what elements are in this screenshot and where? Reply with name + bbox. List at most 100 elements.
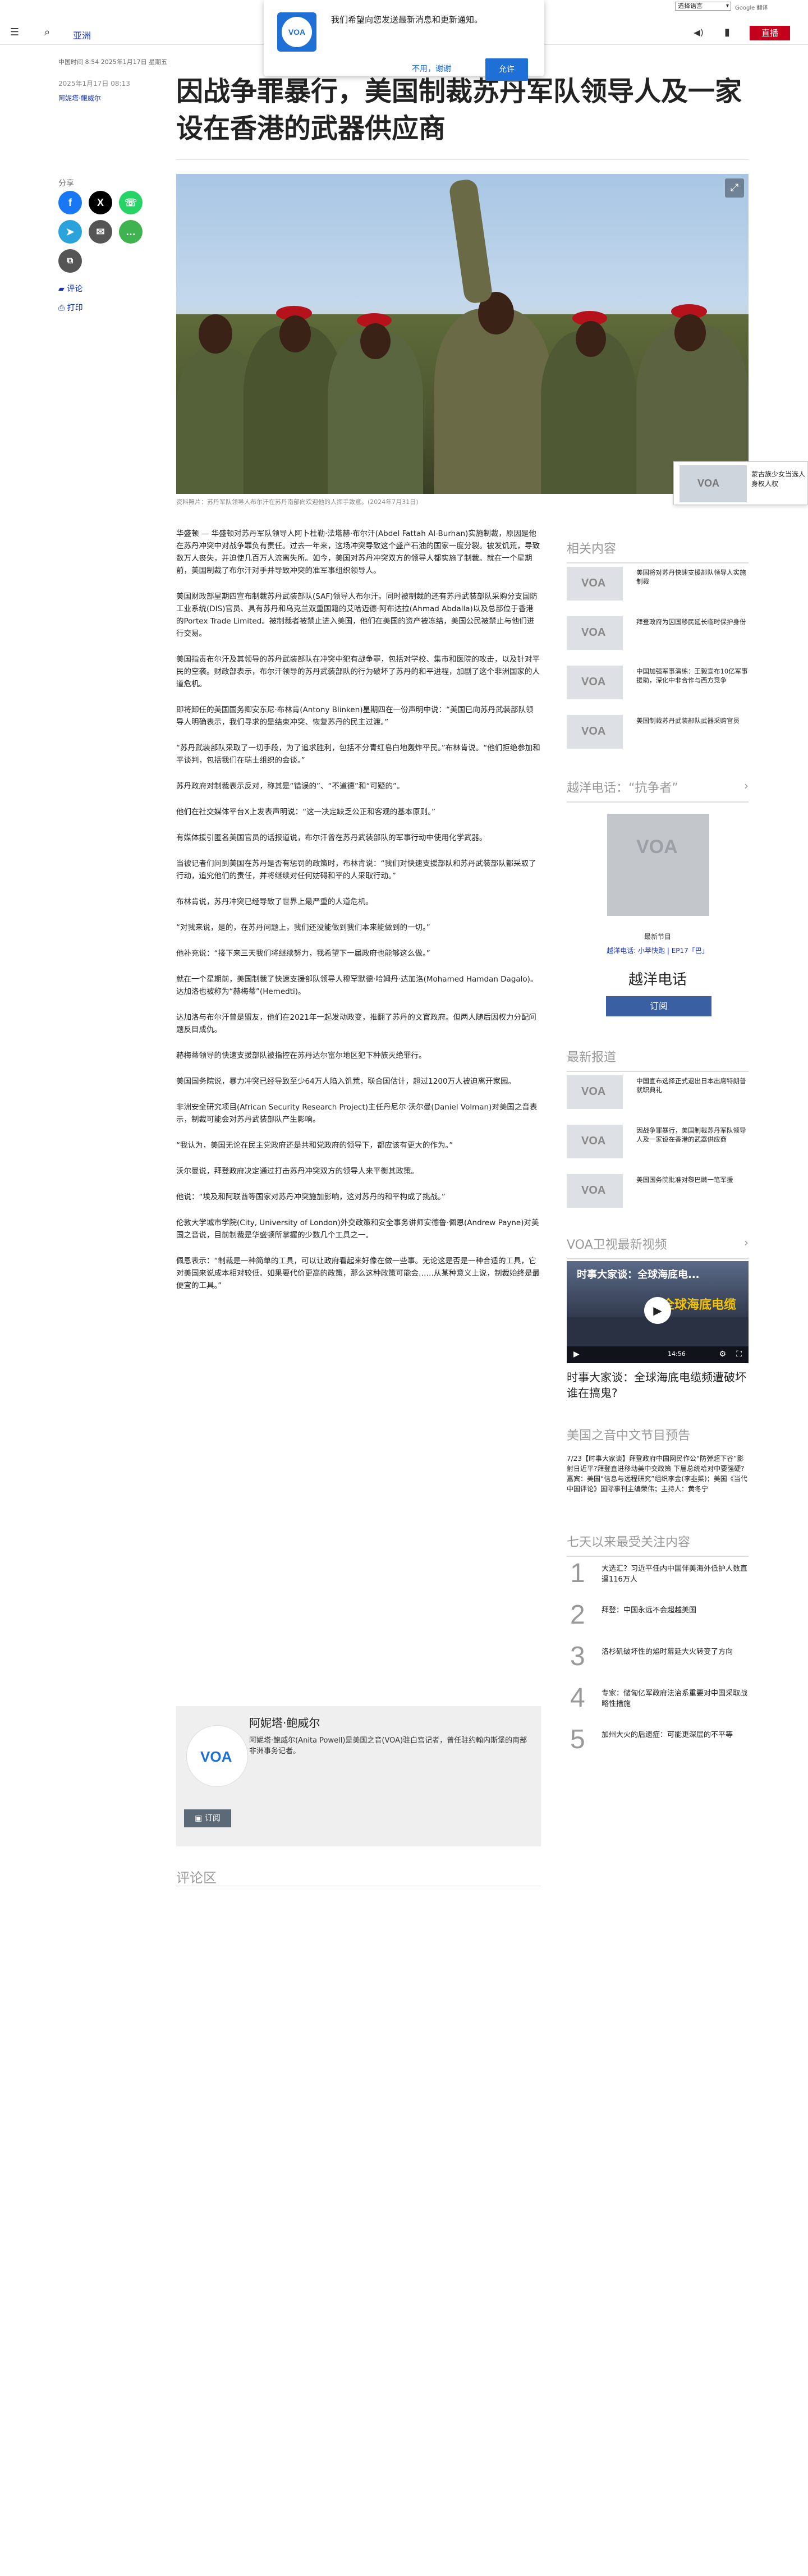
chevron-right-icon: › [744, 779, 749, 792]
latest-thumbnail: VOA [567, 1174, 623, 1208]
paragraph: 布林肯说，苏丹冲突已经导致了世界上最严重的人道危机。 [176, 897, 373, 906]
paragraph: 即将卸任的美国国务卿安东尼·布林肯(Antony Blinken)星期四在一份声… [176, 705, 534, 727]
hero-face [360, 323, 391, 359]
popular-item-title: 专家：储匈亿军政府法治系重要对中国采取战略性措施 [602, 1689, 748, 1708]
hero-face [576, 321, 606, 357]
paragraph: 伦敦大学城市学院(City, University of London)外交政策… [176, 1218, 539, 1240]
rank-number: 2 [570, 1600, 585, 1630]
fullscreen-icon[interactable]: ⛶ [736, 1350, 742, 1359]
video-title[interactable]: 时事大家谈：全球海底电缆频遭破坏 谁在搞鬼? [567, 1369, 749, 1401]
share-label: 分享 [58, 179, 74, 188]
article-title: 因战争罪暴行，美国制裁苏丹军队领导人及一家设在香港的武器供应商 [176, 76, 742, 144]
video-player[interactable]: 时事大家谈：全球海底电... 全球海底电缆 ▶ ▶ 14:56 ⚙ ⛶ [567, 1261, 749, 1363]
google-translate-label: Google 翻译 [735, 5, 768, 11]
paragraph: 非洲安全研究项目(African Security Research Proje… [176, 1103, 538, 1124]
email-icon[interactable]: ✉ [89, 220, 112, 244]
promo-thumbnail: VOA [680, 465, 747, 502]
popular-item-title: 加州大火的后遗症：可能更深层的不平等 [602, 1731, 733, 1739]
paragraph: 他们在社交媒体平台X上发表声明说：“这一决定缺乏公正和客观的基本原则。” [176, 808, 435, 817]
audio-icon[interactable]: ◀) [692, 26, 705, 39]
paragraph: 苏丹政府对制裁表示反对，称其是“错误的”、“不道德”和“可疑的”。 [176, 782, 405, 791]
popular-item[interactable]: 4 专家：储匈亿军政府法治系重要对中国采取战略性措施 [567, 1683, 749, 1722]
video-heading[interactable]: VOA卫视最新视频 › [567, 1235, 749, 1259]
related-item[interactable]: VOA 美国将对苏丹快速支援部队领导人实施制裁 [567, 567, 749, 601]
listen-heading: 美国之音中文节目预告 [567, 1429, 691, 1443]
popular-item[interactable]: 5 加州大火的后遗症：可能更深层的不平等 [567, 1724, 749, 1763]
comments-heading: 评论区 [176, 1870, 217, 1886]
paragraph: 赫梅蒂领导的快速支援部队被指控在苏丹达尔富尔地区犯下种族灭绝罪行。 [176, 1051, 426, 1060]
related-item[interactable]: VOA 中国加强军事演练：王毅宣布10亿军事援助，深化中非合作与西方竞争 [567, 666, 749, 699]
settings-icon[interactable]: ⚙ [719, 1350, 726, 1359]
related-item[interactable]: VOA 拜登政府为因国移民延长临时保护身份 [567, 616, 749, 650]
article-body: 华盛顿 — 华盛顿对苏丹军队领导人阿卜杜勒·法塔赫·布尔汗(Abdel Fatt… [176, 528, 541, 1305]
podcast-section: 越洋电话：“抗争者” › [567, 778, 749, 803]
related-thumbnail: VOA [567, 567, 623, 601]
author-subscribe-button[interactable]: ▣ 订阅 [184, 1809, 231, 1827]
x-icon[interactable]: X [89, 191, 112, 214]
play-small-icon[interactable]: ▶ [573, 1350, 580, 1359]
latest-section: 最新报道 [567, 1047, 749, 1072]
podcast-subscribe-button[interactable]: 订阅 [606, 996, 711, 1016]
related-item[interactable]: VOA 美国制裁苏丹武装部队武器采购官员 [567, 715, 749, 749]
whatsapp-icon[interactable]: ☏ [119, 191, 143, 214]
hero-face [279, 315, 311, 352]
language-select[interactable]: 选择语言 [675, 2, 731, 11]
latest-item[interactable]: VOA 因战争罪暴行，美国制裁苏丹军队领导人及一家设在香港的武器供应商 [567, 1125, 749, 1158]
latest-item[interactable]: VOA 中国宣布选择正式退出日本出席特朗普就职典礼 [567, 1075, 749, 1109]
notification-message: 我们希望向您发送最新消息和更新通知。 [331, 15, 483, 25]
paragraph: “我认为，美国无论在民主党政府还是共和党政府的领导下，都应该有更大的作为。” [176, 1141, 453, 1150]
author-name[interactable]: 阿妮塔·鲍威尔 [249, 1714, 320, 1730]
telegram-icon[interactable]: ➤ [58, 220, 82, 244]
floating-promo[interactable]: VOA 蒙古族少女当选人身权人权 [673, 461, 808, 505]
facebook-icon[interactable]: f [58, 191, 82, 214]
video-section: VOA卫视最新视频 › [567, 1235, 749, 1259]
podcast-episode-link[interactable]: 越洋电话: 小苹快跑 | EP17「巴」 [567, 946, 749, 955]
popular-item[interactable]: 1 大选汇？习近平任内中国伴美海外低护人数直逼116万人 [567, 1558, 749, 1597]
copy-link-icon[interactable]: ⧉ [58, 249, 82, 273]
comment-label: 评论 [67, 285, 83, 294]
paragraph: 他说：“埃及和阿联酋等国家对苏丹冲突施加影响，这对苏丹的和平构成了挑战。” [176, 1193, 446, 1202]
podcast-heading[interactable]: 越洋电话：“抗争者” › [567, 778, 749, 803]
author-box: VOA 阿妮塔·鲍威尔 阿妮塔·鲍威尔(Anita Powell)是美国之音(V… [176, 1706, 541, 1846]
notification-popup: VOA 我们希望向您发送最新消息和更新通知。 不用，谢谢 允许 [264, 0, 544, 81]
rank-number: 4 [570, 1683, 585, 1713]
live-button[interactable]: 直播 [750, 26, 790, 40]
deny-button[interactable]: 不用，谢谢 [412, 63, 451, 74]
divider [176, 159, 749, 160]
latest-thumbnail: VOA [567, 1075, 623, 1109]
print-link[interactable]: ⎙ 打印 [58, 302, 83, 313]
latest-heading: 最新报道 [567, 1047, 749, 1072]
expand-icon[interactable]: ⤢ [725, 178, 744, 198]
related-item-title: 拜登政府为因国移民延长临时保护身份 [636, 618, 746, 626]
comment-link[interactable]: ▰ 评论 [58, 283, 82, 294]
popular-item[interactable]: 3 洛杉矶破坏性的焰时幕延大火转变了方向 [567, 1641, 749, 1680]
play-icon[interactable]: ▶ [644, 1297, 671, 1324]
popular-item[interactable]: 2 拜登：中国永远不会超越美国 [567, 1599, 749, 1639]
listen-text[interactable]: 7/23【时事大家谈】拜登政府中国网民作公“防弹超下谷”影射日近平?拜登直进移动… [567, 1454, 749, 1494]
hero-image: ⤢ [176, 174, 749, 494]
podcast-artwork[interactable]: VOA [607, 814, 709, 916]
paragraph: 当被记者们问到美国在苏丹是否有惩罚的政策时，布林肯说：“我们对快速支援部队和苏丹… [176, 859, 536, 881]
allow-button[interactable]: 允许 [485, 58, 528, 81]
latest-item[interactable]: VOA 美国国务院批准对黎巴嫩一笔军援 [567, 1174, 749, 1208]
line-icon[interactable]: … [119, 220, 143, 244]
paragraph: 有媒体援引匿名美国官员的话报道说，布尔汗曾在苏丹武装部队的军事行动中使用化学武器… [176, 833, 487, 842]
video-icon[interactable]: ▮ [720, 26, 734, 39]
related-heading: 相关内容 [567, 539, 749, 563]
related-thumbnail: VOA [567, 715, 623, 749]
search-icon[interactable]: ⌕ [40, 26, 54, 39]
section-link[interactable]: 亚洲 [73, 28, 91, 42]
paragraph: 佩恩表示：“制裁是一种简单的工具，可以让政府看起来好像在做一些事。无论这是否是一… [176, 1257, 540, 1290]
podcast-latest-label: 最新节目 [644, 933, 671, 941]
latest-item-title: 因战争罪暴行，美国制裁苏丹军队领导人及一家设在香港的武器供应商 [636, 1126, 746, 1143]
listen-section: 美国之音中文节目预告 [567, 1425, 749, 1449]
image-caption: 资料照片：苏丹军队领导人布尔汗在苏丹南部向欢迎他的人挥手致意。(2024年7月3… [176, 498, 419, 506]
menu-icon[interactable]: ☰ [8, 26, 21, 39]
popular-heading: 七天以来最受关注内容 [567, 1532, 749, 1557]
latest-item-title: 美国国务院批准对黎巴嫩一笔军援 [636, 1176, 733, 1184]
video-duration: 14:56 [668, 1350, 686, 1358]
rank-number: 3 [570, 1642, 585, 1671]
popular-item-title: 大选汇？习近平任内中国伴美海外低护人数直逼116万人 [602, 1565, 748, 1584]
author-link[interactable]: 阿妮塔·鲍威尔 [58, 93, 101, 103]
author-bio: 阿妮塔·鲍威尔(Anita Powell)是美国之音(VOA)驻白宫记者，曾任驻… [249, 1736, 527, 1755]
